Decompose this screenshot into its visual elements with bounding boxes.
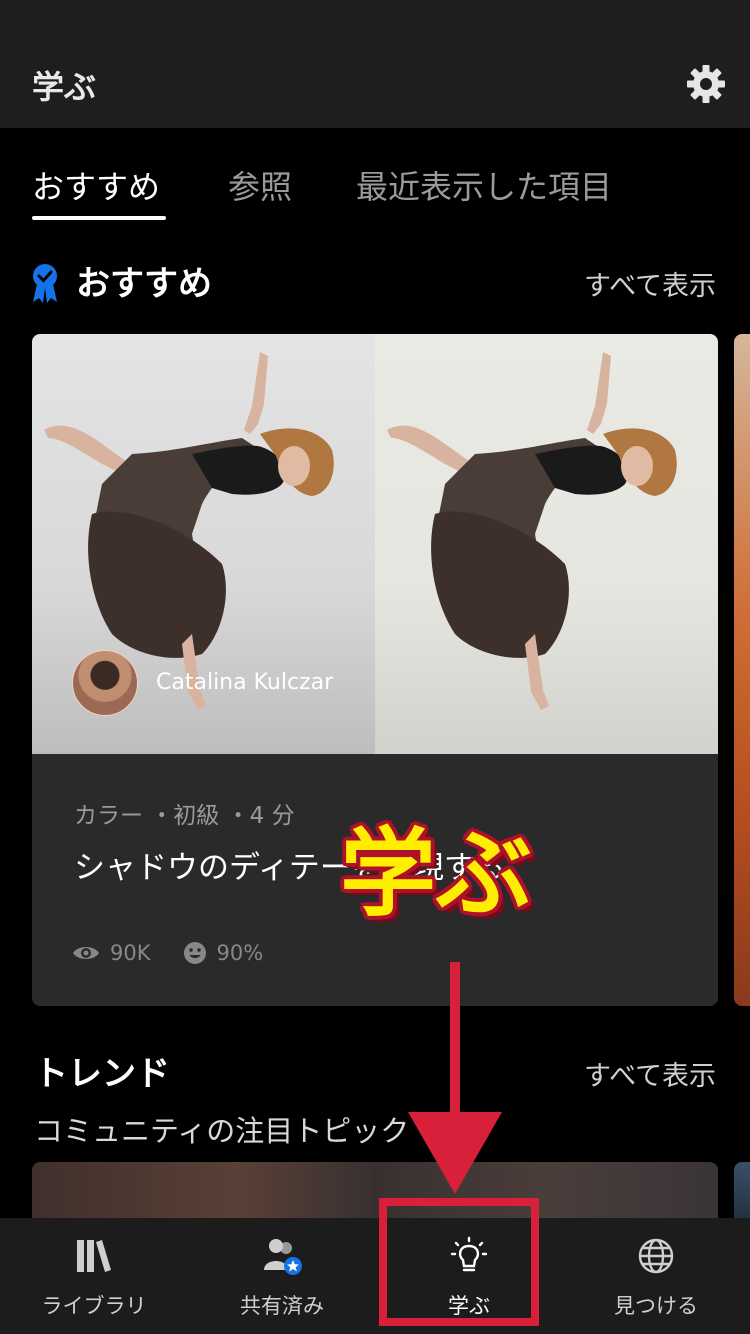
tab-browse[interactable]: 参照 — [228, 162, 292, 208]
rating-stat: 90% — [183, 941, 264, 965]
annotation-highlight-box — [379, 1198, 539, 1326]
annotation-caption: 学ぶ — [340, 818, 532, 930]
views-count: 90K — [110, 941, 151, 965]
trending-section-title: トレンド — [34, 1054, 170, 1094]
nav-discover-label: 見つける — [614, 1294, 698, 1318]
recommended-see-all-link[interactable]: すべて表示 — [584, 264, 716, 303]
tutorial-stats: 90K 90% — [72, 938, 281, 968]
rating-percent: 90% — [216, 941, 264, 965]
nav-shared[interactable]: 共有済み — [188, 1218, 376, 1334]
nav-discover[interactable]: 見つける — [562, 1218, 750, 1334]
trending-see-all-link[interactable]: すべて表示 — [584, 1054, 716, 1093]
recommended-section-title: おすすめ — [76, 264, 212, 304]
library-icon — [77, 1240, 111, 1272]
tab-bar: おすすめ 参照 最近表示した項目 — [0, 128, 750, 228]
tab-recommended[interactable]: おすすめ — [32, 162, 160, 208]
bottom-navigation: ライブラリ 共有済み 学ぶ 見つける — [0, 1218, 750, 1334]
shared-people-icon — [264, 1239, 302, 1275]
eye-icon — [73, 947, 99, 959]
page-title: 学ぶ — [32, 68, 97, 106]
trending-next-card-peek[interactable] — [734, 1162, 750, 1222]
active-tab-indicator — [32, 216, 166, 220]
nav-shared-label: 共有済み — [240, 1294, 324, 1318]
tutorial-meta: カラー ・初級 ・4 分 — [74, 803, 295, 829]
tab-recently-viewed[interactable]: 最近表示した項目 — [356, 162, 612, 208]
nav-library-label: ライブラリ — [41, 1294, 147, 1318]
views-stat: 90K — [72, 941, 151, 965]
author-name[interactable]: Catalina Kulczar — [156, 670, 333, 695]
award-badge-icon — [33, 264, 57, 303]
globe-icon — [638, 1238, 674, 1274]
smiley-icon — [183, 942, 206, 964]
author-avatar[interactable] — [72, 650, 138, 716]
gear-icon[interactable] — [686, 64, 726, 104]
annotation-arrow — [408, 962, 502, 1194]
top-app-bar: 学ぶ — [0, 0, 750, 128]
trending-card[interactable] — [32, 1162, 718, 1222]
tutorial-thumbnail: Catalina Kulczar — [32, 334, 718, 754]
nav-library[interactable]: ライブラリ — [0, 1218, 188, 1334]
trending-subtitle: コミュニティの注目トピック — [34, 1114, 410, 1148]
next-card-peek[interactable] — [734, 334, 750, 1006]
